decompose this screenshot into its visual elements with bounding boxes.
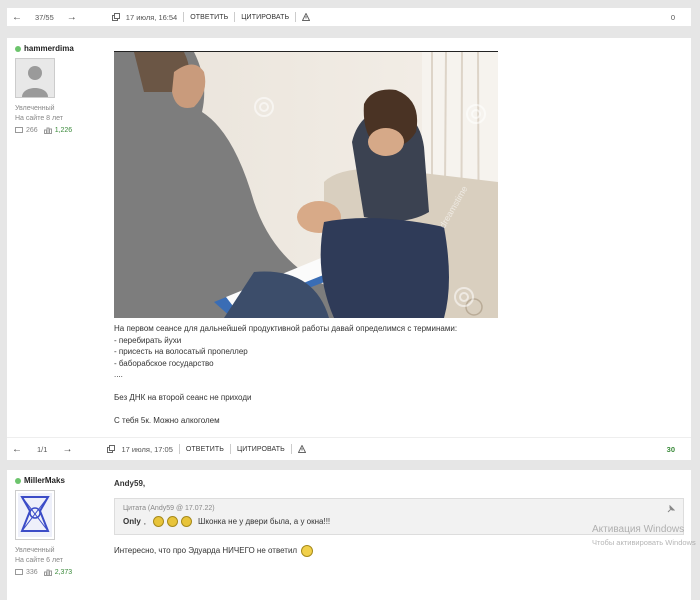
copy-icon[interactable] bbox=[111, 13, 120, 21]
addressee[interactable]: Andy59 bbox=[114, 479, 143, 488]
watermark-title: Активация Windows bbox=[592, 524, 685, 535]
divider bbox=[229, 444, 231, 454]
post-footer: ← 1/1 → 17 июля, 17:05 ОТВЕТИТЬ ЦИТИРОВА… bbox=[7, 441, 691, 457]
reply-text: Интересно, что про Эдуарда НИЧЕГО не отв… bbox=[114, 545, 298, 555]
divider bbox=[295, 12, 297, 22]
rating-icon bbox=[43, 127, 52, 134]
smiley-icon bbox=[181, 516, 193, 528]
avatar[interactable] bbox=[15, 490, 55, 540]
quote-button[interactable]: ЦИТИРОВАТЬ bbox=[237, 446, 285, 453]
post-line: Без ДНК на второй сеанс не приходи bbox=[114, 393, 252, 402]
post-date: 17 июля, 16:54 bbox=[125, 12, 178, 22]
divider-line bbox=[7, 437, 691, 438]
rating-value: 1,226 bbox=[54, 127, 73, 134]
reply-button[interactable]: ОТВЕТИТЬ bbox=[190, 14, 228, 21]
default-avatar-icon bbox=[22, 66, 48, 97]
post-score: 30 bbox=[666, 444, 675, 454]
quote-button[interactable]: ЦИТИРОВАТЬ bbox=[241, 14, 289, 21]
post-line: На первом сеансе для дальнейшей продукти… bbox=[114, 324, 458, 333]
pin-icon[interactable] bbox=[667, 504, 675, 513]
prev-arrow-icon[interactable]: ← bbox=[9, 12, 25, 23]
user-stats: 336 2,373 bbox=[15, 569, 72, 576]
page-counter: 37/55 bbox=[35, 12, 54, 22]
post-line: .... bbox=[114, 370, 123, 379]
divider bbox=[183, 12, 185, 22]
reply-button[interactable]: ОТВЕТИТЬ bbox=[186, 446, 224, 453]
user-stats: 266 1,226 bbox=[15, 127, 74, 134]
online-status-icon bbox=[15, 45, 21, 52]
post-date: 17 июля, 17:05 bbox=[121, 444, 173, 454]
username[interactable]: MillerMaks bbox=[24, 476, 65, 485]
user-panel: MillerMaks Увлеченный На сайте 6 лет 336… bbox=[15, 476, 72, 576]
user-panel: hammerdima Увлеченный На сайте 8 лет 266… bbox=[15, 44, 74, 134]
quote-header: Цитата (Andy59 @ 17.07.22) bbox=[123, 504, 215, 512]
user-avatar-icon bbox=[18, 493, 52, 537]
page-counter: 1/1 bbox=[37, 444, 48, 454]
comment-icon bbox=[15, 569, 23, 575]
therapy-session-photo bbox=[114, 52, 498, 318]
prev-arrow-icon[interactable]: ← bbox=[9, 444, 25, 455]
divider bbox=[290, 444, 292, 454]
next-arrow-icon[interactable]: → bbox=[59, 444, 75, 455]
warning-icon[interactable] bbox=[297, 445, 306, 453]
member-since: На сайте 8 лет bbox=[15, 115, 63, 122]
smiley-icon bbox=[301, 544, 314, 557]
user-rank: Увлеченный bbox=[15, 105, 55, 112]
post-score: 0 bbox=[670, 12, 675, 22]
warning-icon[interactable] bbox=[302, 13, 311, 21]
post-card: MillerMaks Увлеченный На сайте 6 лет 336… bbox=[7, 470, 691, 600]
member-since: На сайте 6 лет bbox=[15, 557, 63, 564]
post-line bbox=[114, 381, 457, 393]
post-card: hammerdima Увлеченный На сайте 8 лет 266… bbox=[7, 38, 691, 460]
avatar[interactable] bbox=[15, 58, 55, 98]
comment-count: 266 bbox=[26, 127, 38, 134]
username[interactable]: hammerdima bbox=[24, 44, 74, 53]
comment-icon bbox=[15, 127, 23, 133]
copy-icon[interactable] bbox=[107, 445, 116, 453]
top-post-footer: ← 37/55 → 17 июля, 16:54 ОТВЕТИТЬ ЦИТИРО… bbox=[7, 8, 691, 26]
windows-activation-watermark: Активация Windows Чтобы активировать Win… bbox=[592, 524, 700, 547]
online-status-icon bbox=[15, 477, 21, 484]
quote-text: Шконка не у двери была, а у окна!!! bbox=[198, 517, 331, 526]
comment-count: 336 bbox=[26, 569, 38, 576]
divider bbox=[178, 444, 180, 454]
quote-author: Only bbox=[123, 517, 141, 526]
post-image[interactable]: dreamstime bbox=[114, 51, 498, 318]
smiley-icon bbox=[167, 516, 179, 528]
user-rank: Увлеченный bbox=[15, 547, 55, 554]
post-line: - перебирать йухи bbox=[114, 335, 182, 345]
post-line: - баборабское государство bbox=[114, 358, 214, 368]
post-body: На первом сеансе для дальнейшей продукти… bbox=[114, 323, 457, 427]
watermark-subtitle: Чтобы активировать Windows bbox=[592, 538, 696, 547]
smiley-icon bbox=[153, 516, 165, 528]
rating-icon bbox=[43, 569, 52, 576]
post-line bbox=[114, 404, 457, 416]
divider bbox=[234, 12, 236, 22]
post-line: - присесть на волосатый пропеллер bbox=[114, 347, 248, 356]
post-line: С тебя 5к. Можно алкоголем bbox=[114, 416, 220, 425]
next-arrow-icon[interactable]: → bbox=[64, 12, 80, 23]
rating-value: 2,373 bbox=[54, 569, 73, 576]
